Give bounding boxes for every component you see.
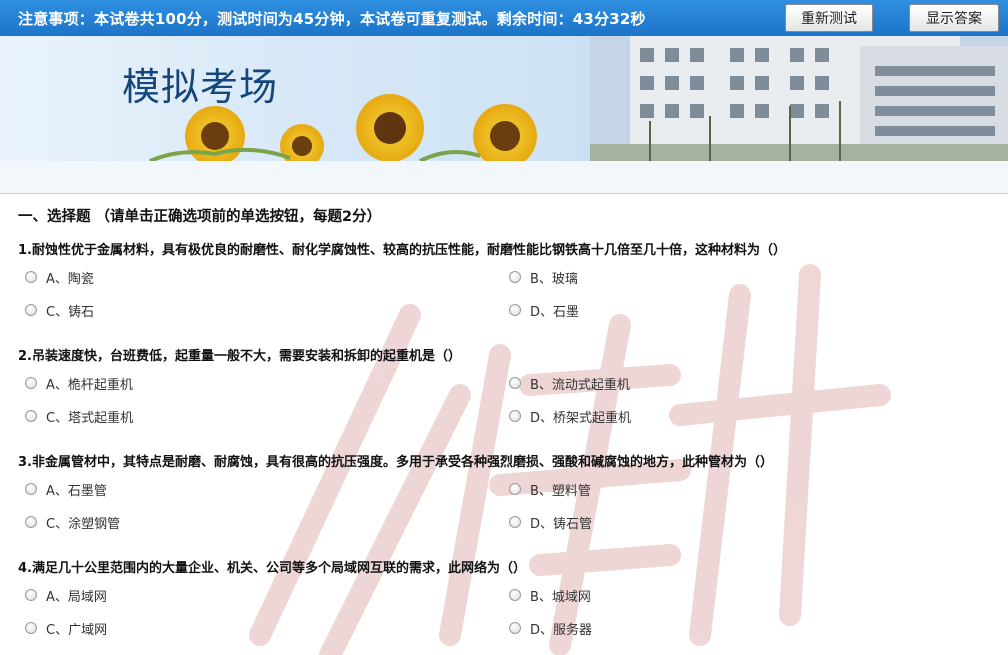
banner: 模拟考场 [0,36,1008,161]
option-d[interactable]: D、石墨 [509,300,579,320]
retest-button[interactable]: 重新测试 [785,4,873,32]
option-c[interactable]: C、涂塑钢管 [25,512,120,532]
option-a[interactable]: A、石墨管 [25,479,107,499]
option-label: A、桅杆起重机 [46,377,133,393]
option-b[interactable]: B、塑料管 [509,479,591,499]
radio-button[interactable] [509,377,521,389]
option-label: D、石墨 [530,304,580,320]
option-label: C、塔式起重机 [46,410,134,426]
option-d[interactable]: D、服务器 [509,618,592,638]
option-label: C、铸石 [46,304,95,320]
question-text: 3.非金属管材中，其特点是耐磨、耐腐蚀，具有很高的抗压强度。多用于承受各种强烈磨… [18,455,773,470]
option-label: A、局域网 [46,589,107,605]
option-label: C、广域网 [46,622,108,638]
option-c[interactable]: C、塔式起重机 [25,406,133,426]
toolbar-band [0,161,1008,194]
option-label: C、涂塑钢管 [46,516,121,532]
top-notice-bar: 注意事项：本试卷共100分，测试时间为45分钟，本试卷可重复测试。剩余时间：43… [0,0,1008,36]
option-label: D、铸石管 [530,516,593,532]
radio-button[interactable] [25,377,37,389]
section-title: 一、选择题 （请单击正确选项前的单选按钮，每题2分） [18,209,382,225]
option-c[interactable]: C、铸石 [25,300,94,320]
option-d[interactable]: D、铸石管 [509,512,592,532]
option-label: B、玻璃 [530,271,578,287]
question-text: 1.耐蚀性优于金属材料，具有极优良的耐磨性、耐化学腐蚀性、较高的抗压性能，耐磨性… [18,243,786,258]
building-image [590,36,1008,161]
option-b[interactable]: B、玻璃 [509,267,578,287]
option-b[interactable]: B、流动式起重机 [509,373,630,393]
option-label: A、陶瓷 [46,271,94,287]
exam-notice: 注意事项：本试卷共100分，测试时间为45分钟，本试卷可重复测试。剩余时间：43… [18,9,646,28]
radio-button[interactable] [25,410,37,422]
option-label: D、桥架式起重机 [530,410,632,426]
radio-button[interactable] [25,304,37,316]
exam-content: 一、选择题 （请单击正确选项前的单选按钮，每题2分） 1.耐蚀性优于金属材料，具… [0,195,1008,655]
option-a[interactable]: A、陶瓷 [25,267,94,287]
radio-button[interactable] [509,483,521,495]
option-a[interactable]: A、桅杆起重机 [25,373,133,393]
radio-button[interactable] [509,589,521,601]
option-label: B、塑料管 [530,483,591,499]
radio-button[interactable] [25,483,37,495]
radio-button[interactable] [509,271,521,283]
option-label: D、服务器 [530,622,593,638]
option-b[interactable]: B、城域网 [509,585,591,605]
radio-button[interactable] [509,622,521,634]
show-answer-button[interactable]: 显示答案 [909,4,999,32]
option-label: A、石墨管 [46,483,107,499]
radio-button[interactable] [509,304,521,316]
radio-button[interactable] [25,516,37,528]
option-d[interactable]: D、桥架式起重机 [509,406,631,426]
option-label: B、流动式起重机 [530,377,630,393]
option-a[interactable]: A、局域网 [25,585,107,605]
sunflower-decoration [149,94,537,161]
radio-button[interactable] [25,622,37,634]
radio-button[interactable] [25,271,37,283]
option-label: B、城域网 [530,589,591,605]
question-text: 4.满足几十公里范围内的大量企业、机关、公司等多个局域网互联的需求，此网络为（） [18,561,526,576]
option-c[interactable]: C、广域网 [25,618,107,638]
question-text: 2.吊装速度快，台班费低，起重量一般不大，需要安装和拆卸的起重机是（） [18,349,461,364]
radio-button[interactable] [509,410,521,422]
radio-button[interactable] [25,589,37,601]
radio-button[interactable] [509,516,521,528]
